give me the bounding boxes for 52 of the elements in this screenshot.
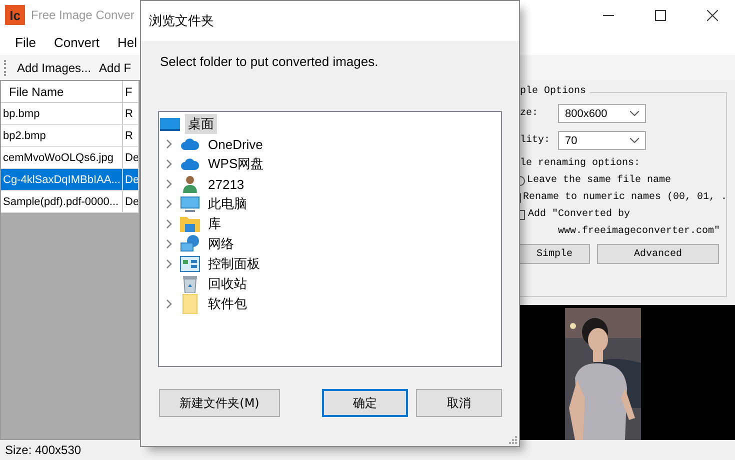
tree-item[interactable]: WPS网盘 [205,154,267,174]
folder-icon [180,216,200,232]
toolbar-button[interactable]: Add Images... [17,60,92,74]
resize-grip-icon[interactable] [509,436,517,444]
network-icon [180,235,200,253]
cloud-icon [181,158,199,170]
dialog-button[interactable]: 确定 [322,389,408,417]
mode-button[interactable]: Advanced [597,244,719,264]
size-dropdown[interactable]: 800x600 [558,104,646,123]
close-icon [706,10,718,20]
desktop-icon [160,117,180,131]
recycle-bin-icon [182,275,198,293]
chevron-down-icon [630,138,639,143]
group-title: ple Options [520,86,590,97]
tree-item[interactable]: 库 [205,214,224,234]
cloud-icon [181,138,199,150]
toolbar-button[interactable]: Add F [99,60,132,74]
tree-item[interactable]: OneDrive [205,136,266,152]
dialog-title: 浏览文件夹 [149,12,214,30]
user-icon [183,175,197,193]
dialog-prompt: Select folder to put converted images. [160,54,380,69]
table-cell: Sample(pdf).pdf-0000... [1,191,123,213]
tree-item[interactable]: 此电脑 [205,194,250,214]
menu-item[interactable]: Convert [44,35,108,50]
field-label: lity: [520,135,552,146]
chevron-down-icon [630,111,639,116]
dialog-button[interactable]: 新建文件夹(M) [159,389,280,417]
radio-label: Rename to numeric names (00, 01, . [523,192,728,203]
tree-item[interactable]: 网络 [205,234,237,254]
folder-icon [182,294,198,314]
tree-item[interactable]: 回收站 [205,274,250,294]
monitor-icon [180,196,200,212]
checkbox-label: www.freeimageconverter.com" [558,226,720,237]
field-label: ze: [520,108,540,119]
checkbox-label: Add "Converted by [528,209,630,220]
radio-label: Leave the same file name [527,175,672,186]
control-panel-icon [180,256,200,272]
app-logo: Ic [5,5,25,25]
mode-button[interactable]: Simple [520,244,590,264]
dialog-button[interactable]: 取消 [416,389,502,417]
status-text: Size: 400x530 [5,443,82,457]
tree-item[interactable]: 桌面 [185,114,217,134]
file-row[interactable]: bp.bmp R [1,103,139,125]
section-label: le renaming options: [520,158,640,169]
tree-item[interactable]: 27213 [205,176,248,192]
maximize-icon [654,10,666,20]
quality-dropdown[interactable]: 70 [558,131,646,150]
tree-item[interactable]: 软件包 [205,294,250,314]
window-title: Free Image Conver [31,8,134,22]
tree-item[interactable]: 控制面板 [205,254,263,274]
file-row[interactable]: bp2.bmp R [1,125,139,147]
menu-item[interactable]: File [6,35,45,50]
